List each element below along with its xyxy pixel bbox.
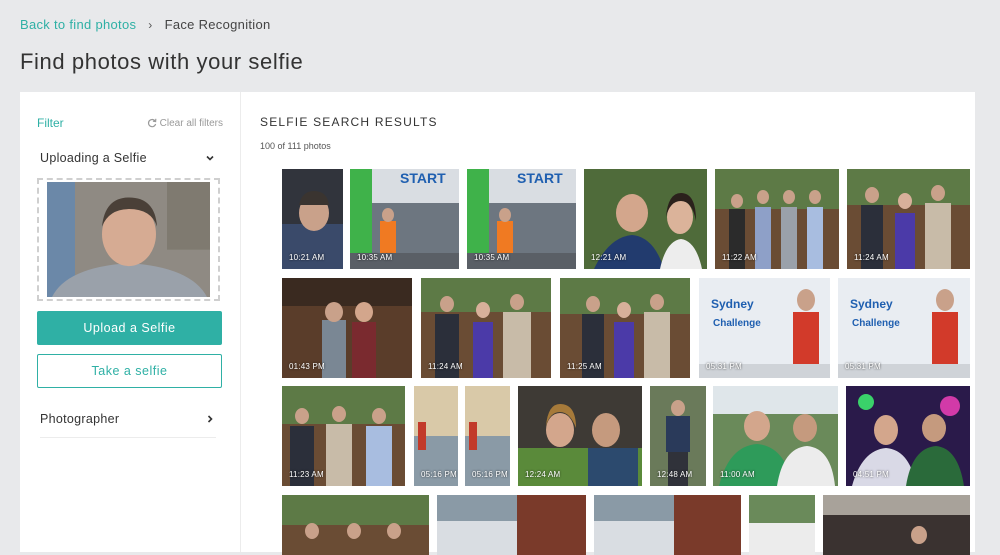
photo-thumbnail[interactable]: 10:21 AM (282, 169, 343, 269)
photo-timestamp: 11:23 AM (289, 470, 324, 479)
photo-timestamp: 12:24 AM (525, 470, 561, 479)
photo-thumbnail[interactable] (437, 495, 586, 555)
photo-thumbnail[interactable]: Sydney Challenge 05:31 PM (699, 278, 830, 378)
photo-image (749, 495, 815, 555)
back-link[interactable]: Back to find photos (20, 17, 136, 32)
photo-thumbnail[interactable]: 12:21 AM (584, 169, 707, 269)
selfie-preview-image (47, 182, 210, 297)
svg-text:Challenge: Challenge (852, 318, 900, 329)
uploading-selfie-section[interactable]: Uploading a Selfie (40, 151, 216, 165)
photo-timestamp: 05:16 PM (472, 470, 508, 479)
upload-selfie-button[interactable]: Upload a Selfie (37, 311, 222, 345)
photo-image (594, 495, 741, 555)
svg-text:Sydney: Sydney (711, 297, 754, 311)
svg-text:START: START (517, 170, 563, 186)
photo-thumbnail[interactable]: 01:43 PM (282, 278, 412, 378)
results-count: 100 of 111 photos (260, 141, 331, 151)
breadcrumb: Back to find photos › Face Recognition (20, 17, 271, 32)
photo-timestamp: 05:16 PM (421, 470, 457, 479)
photo-thumbnail[interactable]: Sydney Challenge 05:31 PM (838, 278, 970, 378)
photo-thumbnail[interactable]: START 10:35 AM (350, 169, 459, 269)
selfie-dropzone[interactable] (37, 178, 220, 301)
photo-thumbnail[interactable] (282, 495, 429, 555)
photo-timestamp: 11:24 AM (854, 253, 889, 262)
photo-thumbnail[interactable]: 11:22 AM (715, 169, 839, 269)
photo-thumbnail[interactable]: 04:51 PM (846, 386, 970, 486)
photo-timestamp: 05:31 PM (706, 362, 742, 371)
chevron-down-icon (206, 155, 214, 161)
photo-thumbnail[interactable]: 11:25 AM (560, 278, 690, 378)
photographer-label: Photographer (40, 412, 120, 426)
photo-timestamp: 01:43 PM (289, 362, 325, 371)
photo-timestamp: 10:35 AM (357, 253, 393, 262)
svg-text:START: START (400, 170, 446, 186)
photo-timestamp: 11:24 AM (428, 362, 463, 371)
photo-thumbnail[interactable]: 05:16 PM (414, 386, 458, 486)
breadcrumb-current: Face Recognition (164, 17, 271, 32)
results-title: SELFIE SEARCH RESULTS (260, 115, 438, 129)
photo-thumbnail[interactable] (823, 495, 970, 555)
photographer-section[interactable]: Photographer (40, 412, 216, 438)
photo-image (282, 495, 429, 555)
photo-timestamp: 04:51 PM (853, 470, 889, 479)
breadcrumb-separator-icon: › (148, 17, 153, 32)
refresh-icon (147, 118, 157, 128)
page-title: Find photos with your selfie (20, 49, 304, 74)
photo-thumbnail[interactable]: 11:24 AM (847, 169, 970, 269)
photo-thumbnail[interactable]: START 10:35 AM (467, 169, 576, 269)
photo-timestamp: 11:25 AM (567, 362, 602, 371)
clear-filters-label: Clear all filters (159, 117, 223, 129)
photo-image (823, 495, 970, 555)
photo-thumbnail[interactable]: 11:23 AM (282, 386, 405, 486)
filter-label: Filter (37, 116, 64, 130)
photo-timestamp: 12:48 AM (657, 470, 693, 479)
main-panel: Filter Clear all filters Uploading a Sel… (20, 92, 975, 555)
photo-timestamp: 10:21 AM (289, 253, 325, 262)
photo-thumbnail[interactable]: 05:16 PM (465, 386, 510, 486)
filter-sidebar: Filter Clear all filters Uploading a Sel… (20, 92, 241, 552)
svg-text:Sydney: Sydney (850, 297, 893, 311)
clear-filters-button[interactable]: Clear all filters (147, 118, 223, 129)
photo-thumbnail[interactable]: 11:24 AM (421, 278, 551, 378)
uploading-selfie-label: Uploading a Selfie (40, 151, 147, 165)
photo-timestamp: 10:35 AM (474, 253, 510, 262)
take-selfie-button[interactable]: Take a selfie (37, 354, 222, 388)
photo-thumbnail[interactable]: 12:48 AM (650, 386, 706, 486)
chevron-right-icon (207, 415, 213, 423)
filter-header: Filter Clear all filters (37, 116, 223, 130)
photo-thumbnail[interactable]: 11:00 AM (713, 386, 838, 486)
photo-image (437, 495, 586, 555)
photo-thumbnail[interactable] (594, 495, 741, 555)
photo-timestamp: 11:00 AM (720, 470, 755, 479)
photo-thumbnail[interactable] (749, 495, 815, 555)
photo-timestamp: 11:22 AM (722, 253, 757, 262)
photo-thumbnail[interactable]: 12:24 AM (518, 386, 642, 486)
svg-text:Challenge: Challenge (713, 318, 761, 329)
photo-timestamp: 12:21 AM (591, 253, 627, 262)
photo-timestamp: 05:31 PM (845, 362, 881, 371)
